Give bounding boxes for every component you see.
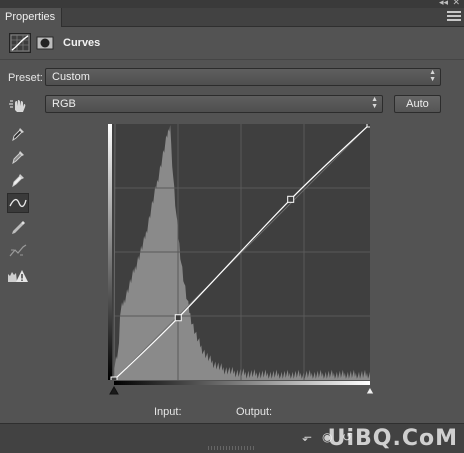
collapse-panel-icon[interactable]: ◂◂ <box>439 0 448 8</box>
preset-label: Preset: <box>8 72 43 84</box>
channel-value: RGB <box>52 98 76 110</box>
auto-button[interactable]: Auto <box>394 95 441 113</box>
on-image-adjust-icon[interactable] <box>7 95 29 115</box>
white-point-eyedropper-icon[interactable] <box>7 170 29 190</box>
black-point-eyedropper-icon[interactable] <box>7 124 29 144</box>
panel-footer: ⬐ ◉ ↺ UiBQ.CoM <box>0 423 464 453</box>
channel-dropdown[interactable]: RGB ▲ ▼ <box>45 95 383 113</box>
panel-top-bar: ◂◂ ✕ <box>0 0 464 8</box>
curve-point-tool-icon[interactable] <box>7 193 29 213</box>
close-panel-icon[interactable]: ✕ <box>452 0 460 8</box>
preset-value: Custom <box>52 71 90 83</box>
watermark-text: UiBQ.CoM <box>327 426 458 451</box>
output-label: Output: <box>236 406 273 418</box>
preset-dropdown[interactable]: Custom ▲ ▼ <box>45 68 441 86</box>
clipping-warning-icon[interactable] <box>7 266 29 286</box>
panel-resize-grip[interactable] <box>208 446 256 450</box>
layer-mask-icon[interactable] <box>35 33 55 53</box>
curves-graph[interactable] <box>108 124 370 380</box>
smooth-curve-icon[interactable] <box>7 241 29 261</box>
black-point-slider[interactable] <box>109 385 119 395</box>
input-label: Input: <box>154 406 182 418</box>
dropdown-arrows-icon: ▲ ▼ <box>429 69 436 83</box>
curve-control-point[interactable] <box>366 124 370 128</box>
curve-control-point[interactable] <box>174 314 182 322</box>
input-gradient-slider[interactable] <box>108 379 378 397</box>
gray-point-eyedropper-icon[interactable] <box>7 147 29 167</box>
dropdown-arrows-icon: ▲ ▼ <box>371 96 378 110</box>
pencil-draw-icon[interactable] <box>7 218 29 238</box>
panel-tab-row: Properties <box>0 8 464 27</box>
adjustment-title: Curves <box>63 37 101 49</box>
curve-control-point[interactable] <box>287 195 295 203</box>
tab-properties[interactable]: Properties <box>0 8 62 27</box>
adjustment-header: Curves <box>0 27 464 60</box>
clip-to-layer-icon[interactable]: ⬐ <box>302 430 312 444</box>
curves-adjustment-icon[interactable] <box>9 33 31 53</box>
white-point-slider[interactable] <box>365 385 375 395</box>
panel-menu-icon[interactable] <box>447 11 461 23</box>
output-gradient-bar <box>108 124 112 380</box>
